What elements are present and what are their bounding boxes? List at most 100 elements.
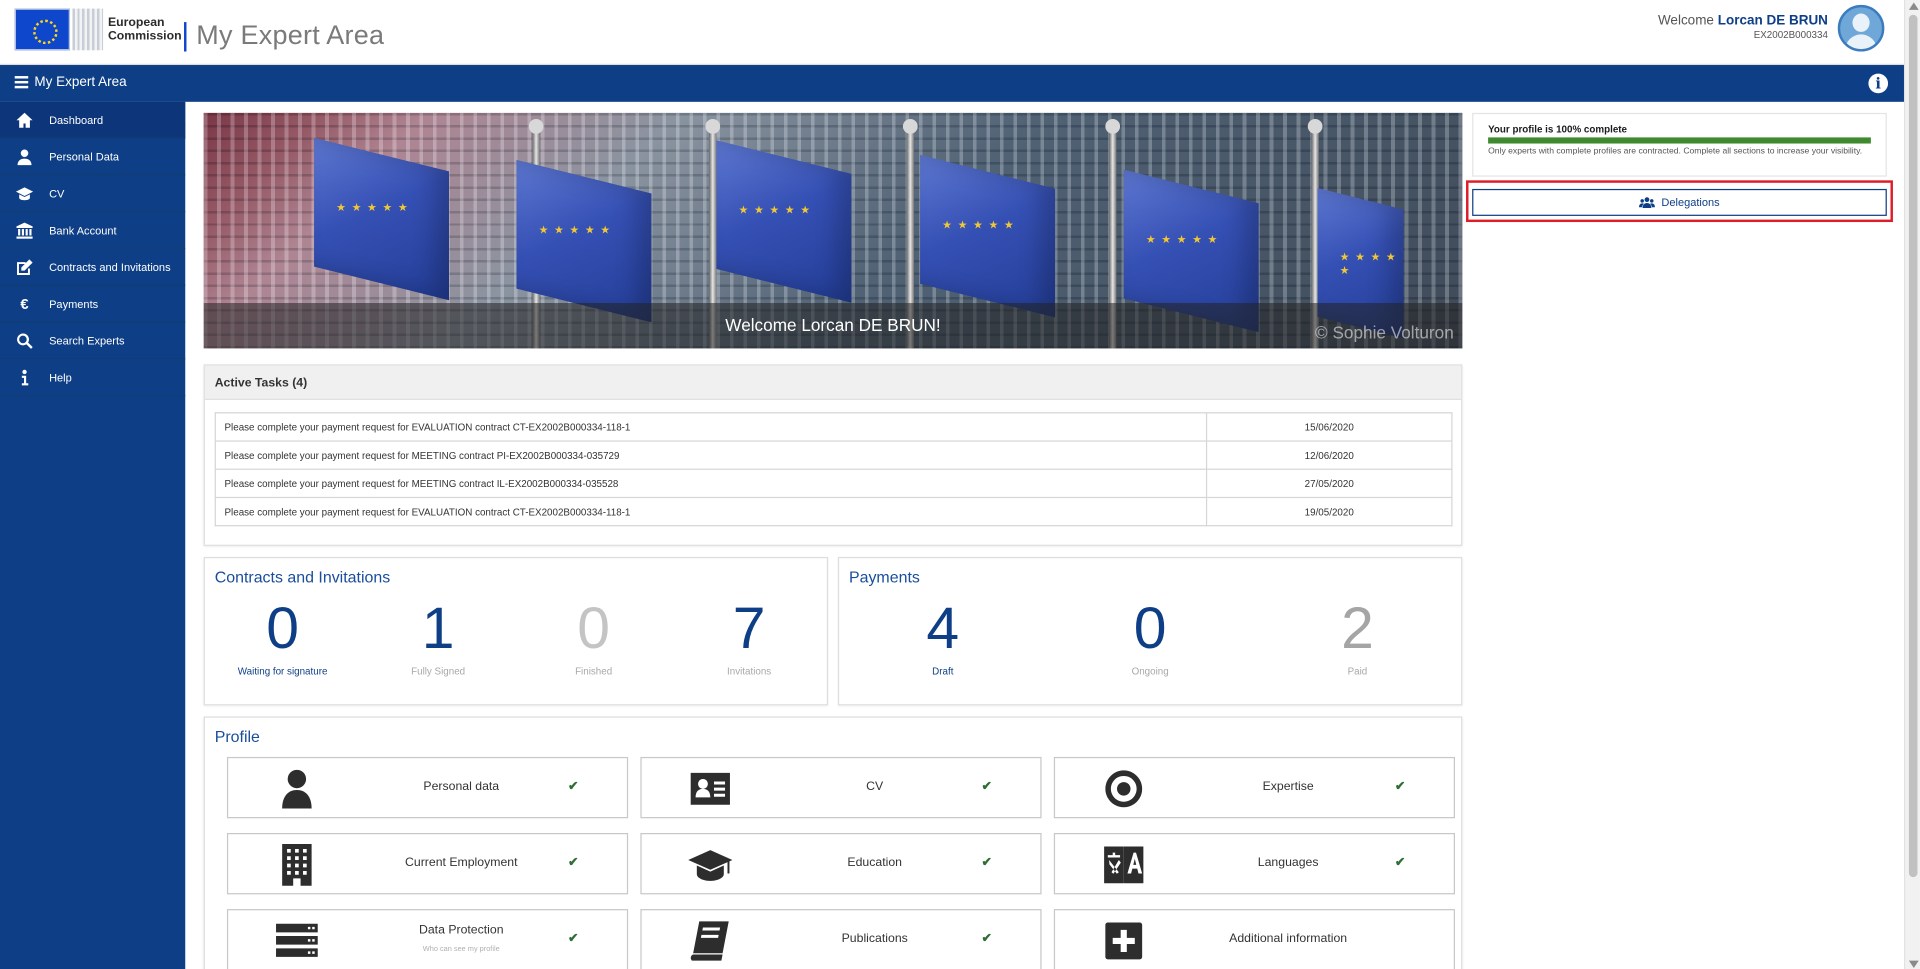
profile-tile-education[interactable]: Education ✔ bbox=[640, 832, 1042, 895]
table-row[interactable]: Please complete your payment request for… bbox=[214, 412, 1453, 442]
sidebar-item-label: Bank Account bbox=[49, 223, 117, 237]
task-description[interactable]: Please complete your payment request for… bbox=[214, 412, 1208, 442]
check-icon: ✔ bbox=[1394, 780, 1406, 794]
server-icon bbox=[275, 919, 319, 963]
tile-label: Data Protection bbox=[418, 923, 504, 938]
counter-value: 7 bbox=[732, 596, 766, 662]
scroll-down-icon[interactable] bbox=[1908, 960, 1919, 968]
check-icon: ✔ bbox=[981, 856, 992, 870]
counter-label: Draft bbox=[932, 666, 954, 678]
check-icon: ✔ bbox=[981, 932, 992, 946]
expert-id: EX2002B000334 bbox=[1753, 29, 1828, 41]
home-icon bbox=[16, 111, 33, 128]
hamburger-menu-icon[interactable] bbox=[14, 76, 29, 89]
counter-fully-signed[interactable]: 1 Fully Signed bbox=[360, 595, 515, 677]
task-description[interactable]: Please complete your payment request for… bbox=[214, 496, 1208, 527]
sidebar-item-search-experts[interactable]: Search Experts bbox=[0, 323, 186, 360]
site-header: European Commission My Expert Area Welco… bbox=[0, 0, 1904, 66]
scroll-thumb[interactable] bbox=[1908, 14, 1918, 878]
language-icon bbox=[1102, 843, 1146, 887]
tile-label: Education bbox=[847, 856, 902, 870]
table-row[interactable]: Please complete your payment request for… bbox=[214, 468, 1453, 499]
counter-finished[interactable]: 0 Finished bbox=[516, 595, 671, 677]
sidebar-item-personal-data[interactable]: Personal Data bbox=[0, 139, 186, 176]
profile-tile-expertise[interactable]: Expertise ✔ bbox=[1053, 756, 1455, 819]
counter-draft[interactable]: 4 Draft bbox=[839, 595, 1046, 677]
payments-title[interactable]: Payments bbox=[849, 568, 920, 586]
page-scrollbar[interactable] bbox=[1903, 0, 1920, 969]
scroll-up-icon[interactable] bbox=[1908, 2, 1919, 10]
profile-tile-cv[interactable]: CV ✔ bbox=[640, 756, 1042, 819]
counter-invitations[interactable]: 7 Invitations bbox=[671, 595, 826, 677]
user-name-link[interactable]: Lorcan DE BRUN bbox=[1718, 13, 1828, 28]
delegations-label: Delegations bbox=[1661, 196, 1720, 209]
profile-progress-fill bbox=[1488, 137, 1871, 144]
table-row[interactable]: Please complete your payment request for… bbox=[214, 440, 1453, 470]
table-row[interactable]: Please complete your payment request for… bbox=[214, 496, 1453, 527]
profile-tile-personal-data[interactable]: Personal data ✔ bbox=[226, 756, 629, 819]
counter-label: Waiting for signature bbox=[237, 666, 328, 678]
contracts-title[interactable]: Contracts and Invitations bbox=[215, 568, 391, 586]
bank-icon bbox=[16, 221, 33, 239]
logo-text: European Commission bbox=[108, 16, 182, 43]
task-date: 19/05/2020 bbox=[1205, 496, 1453, 527]
sidebar-item-label: Personal Data bbox=[49, 150, 120, 163]
counter-label: Fully Signed bbox=[411, 666, 466, 678]
counter-value: 0 bbox=[1133, 596, 1167, 662]
check-icon: ✔ bbox=[568, 932, 579, 946]
task-description[interactable]: Please complete your payment request for… bbox=[214, 468, 1208, 499]
topbar-title[interactable]: My Expert Area bbox=[34, 75, 126, 90]
building-icon bbox=[275, 843, 319, 887]
berlaymont-icon bbox=[72, 8, 104, 51]
profile-tile-additional-information[interactable]: Additional information bbox=[1053, 909, 1455, 969]
sidebar-item-dashboard[interactable]: Dashboard bbox=[0, 101, 193, 139]
user-avatar-icon[interactable] bbox=[1837, 4, 1885, 52]
task-date: 12/06/2020 bbox=[1205, 440, 1453, 470]
payments-counters: 4 Draft 0 Ongoing 2 Paid bbox=[839, 595, 1461, 677]
profile-title: Profile bbox=[214, 727, 260, 746]
profile-tile-publications[interactable]: Publications ✔ bbox=[640, 909, 1042, 969]
sidebar-item-label: Help bbox=[49, 371, 72, 384]
tile-label: CV bbox=[866, 780, 884, 794]
logo-line-1: European bbox=[107, 15, 165, 30]
tile-sublabel: Who can see my profile bbox=[422, 945, 500, 954]
info-icon[interactable]: i bbox=[1868, 73, 1889, 94]
profile-tile-data-protection[interactable]: Data Protection Who can see my profile ✔ bbox=[226, 909, 629, 969]
profile-tile-current-employment[interactable]: Current Employment ✔ bbox=[226, 832, 629, 895]
sidebar-item-bank-account[interactable]: Bank Account bbox=[0, 212, 186, 250]
counter-waiting-for-signature[interactable]: 0 Waiting for signature bbox=[205, 595, 360, 677]
sidebar-item-help[interactable]: Help bbox=[0, 359, 186, 397]
welcome-prefix: Welcome bbox=[1657, 13, 1714, 29]
counter-ongoing[interactable]: 0 Ongoing bbox=[1046, 595, 1253, 677]
tile-label: Current Employment bbox=[405, 856, 518, 870]
plus-square-icon bbox=[1102, 919, 1146, 963]
profile-sections-grid: Personal data ✔ CV ✔ Expertise ✔ Current… bbox=[226, 756, 1455, 969]
counter-value: 4 bbox=[926, 596, 960, 662]
counter-label: Paid bbox=[1347, 666, 1368, 678]
check-icon: ✔ bbox=[1394, 856, 1406, 870]
sidebar-item-cv[interactable]: CV bbox=[0, 175, 186, 213]
profile-progress-track bbox=[1488, 137, 1871, 144]
counter-value: 1 bbox=[421, 596, 455, 662]
person-icon bbox=[275, 767, 319, 811]
delegations-button[interactable]: Delegations bbox=[1472, 188, 1887, 216]
counter-paid[interactable]: 2 Paid bbox=[1254, 595, 1461, 677]
profile-completion-note: Only experts with complete profiles are … bbox=[1488, 147, 1863, 156]
sidebar-item-payments[interactable]: € Payments bbox=[0, 286, 186, 323]
task-description[interactable]: Please complete your payment request for… bbox=[214, 440, 1208, 470]
eu-flag-icon bbox=[14, 8, 70, 51]
users-icon bbox=[1639, 197, 1656, 209]
sidebar-item-contracts-and-invitations[interactable]: Contracts and Invitations bbox=[0, 249, 186, 286]
user-icon bbox=[16, 148, 33, 165]
tile-label: Languages bbox=[1257, 856, 1319, 870]
info-icon bbox=[16, 369, 33, 386]
welcome-banner-image: Welcome Lorcan DE BRUN! © Sophie Volturo… bbox=[203, 112, 1463, 349]
graduation-cap-icon bbox=[15, 185, 34, 202]
european-commission-logo[interactable]: European Commission bbox=[14, 7, 182, 51]
profile-tile-languages[interactable]: Languages ✔ bbox=[1053, 832, 1455, 895]
graduation-cap-icon bbox=[688, 843, 733, 887]
task-date: 27/05/2020 bbox=[1205, 468, 1453, 499]
sidebar-item-label: Payments bbox=[49, 297, 99, 310]
tile-label: Personal data bbox=[423, 780, 500, 794]
search-icon bbox=[16, 332, 33, 349]
